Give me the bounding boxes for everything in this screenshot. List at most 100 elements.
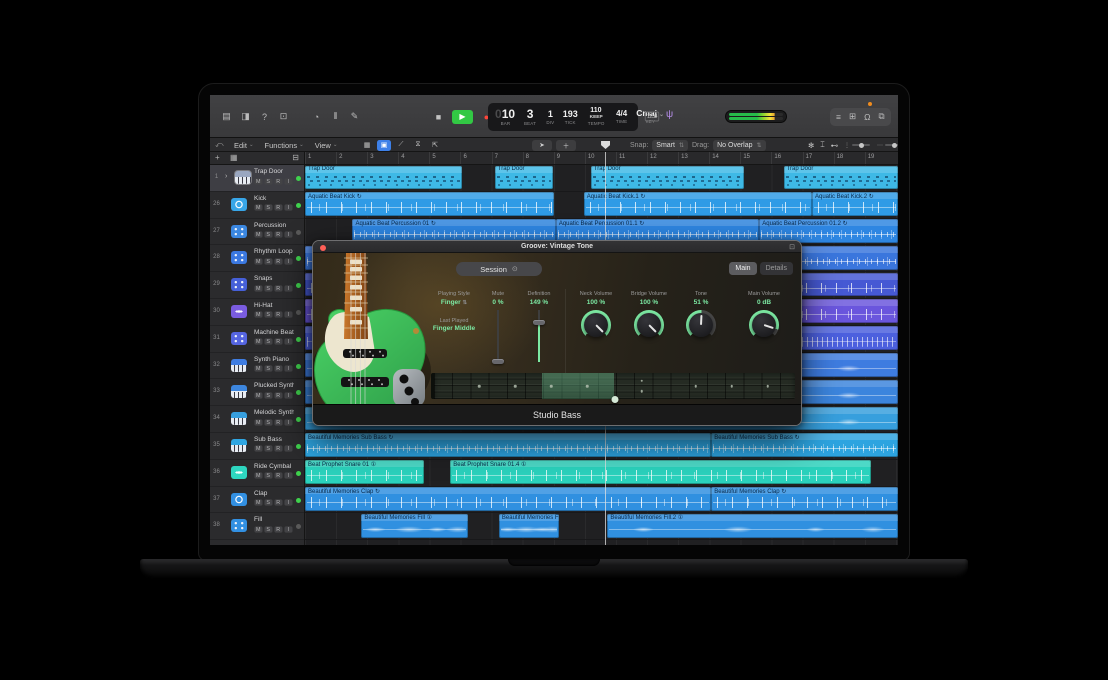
r-button[interactable]: R <box>274 526 282 532</box>
s-button[interactable]: S <box>264 526 272 532</box>
ruler-bar-5[interactable]: 5 <box>429 152 460 164</box>
ruler-bar-4[interactable]: 4 <box>398 152 429 164</box>
s-button[interactable]: S <box>264 392 272 398</box>
r-button[interactable]: R <box>274 419 282 425</box>
i-button[interactable]: I <box>284 285 292 291</box>
lcd-display[interactable]: 010 BAR 3 BEAT 1 DIV 193 TICK 110 KEEP <box>488 103 638 131</box>
mixer-icon[interactable]: ⫴ <box>329 111 342 122</box>
m-button[interactable]: M <box>254 205 262 211</box>
region[interactable]: Beautiful Memories Fill.1 ① <box>499 514 559 538</box>
count-in-button[interactable]: 1234 <box>645 112 659 122</box>
r-button[interactable]: R <box>274 392 282 398</box>
browsers-icon[interactable]: ⧉ <box>878 111 884 122</box>
region-view-icon[interactable]: ▣ <box>377 140 391 151</box>
s-button[interactable]: S <box>264 258 272 264</box>
track-header-machine-beat[interactable]: 31›Machine BeatMSRI <box>210 326 304 353</box>
track-header-kick[interactable]: 26›KickMSRI <box>210 192 304 219</box>
s-button[interactable]: S <box>264 473 272 479</box>
track-header-plucked-synth[interactable]: 33›Plucked SynthMSRI <box>210 379 304 406</box>
i-button[interactable]: I <box>284 312 292 318</box>
ruler-bar-3[interactable]: 3 <box>367 152 398 164</box>
bar-ruler[interactable]: 12345678910111213141516171819 <box>305 152 898 165</box>
s-button[interactable]: S <box>264 365 272 371</box>
region[interactable]: Beautiful Memories Sub Bass ↻ <box>305 433 711 457</box>
region[interactable]: Beautiful Memories Clap ↻ <box>711 487 898 511</box>
ruler-bar-10[interactable]: 10 <box>585 152 616 164</box>
ruler-bar-17[interactable]: 17 <box>803 152 834 164</box>
vertical-zoom-slider[interactable]: ⋮ <box>844 142 870 149</box>
region[interactable]: Beat Prophet Snare 01 ① <box>305 460 424 484</box>
drag-dropdown[interactable]: No Overlap⇅ <box>713 140 765 151</box>
region[interactable]: Beat Prophet Snare 01.4 ① <box>450 460 871 484</box>
edit-menu[interactable]: Edit⌄ <box>234 141 254 150</box>
m-button[interactable]: M <box>254 419 262 425</box>
region[interactable]: Aquatic Beat Kick.1 ↻ <box>584 192 812 216</box>
track-header-clap[interactable]: 37›ClapMSRI <box>210 487 304 514</box>
i-button[interactable]: I <box>284 258 292 264</box>
region[interactable]: Trap Door <box>305 166 462 190</box>
definition-slider[interactable]: Definition 149 % <box>511 291 567 362</box>
ruler-bar-13[interactable]: 13 <box>678 152 709 164</box>
s-button[interactable]: S <box>264 285 272 291</box>
snap-to-grid-icon[interactable]: ✻ <box>808 140 814 151</box>
region[interactable]: Trap Door <box>591 166 744 190</box>
i-button[interactable]: I <box>284 392 292 398</box>
close-icon[interactable] <box>320 245 326 251</box>
r-button[interactable]: R <box>274 499 282 505</box>
s-button[interactable]: S <box>264 178 272 184</box>
s-button[interactable]: S <box>264 312 272 318</box>
region[interactable]: Beautiful Memories Sub Bass ↻ <box>711 433 898 457</box>
quick-help-icon[interactable]: ? <box>258 112 271 122</box>
bridge-volume-knob[interactable]: Bridge Volume100 % <box>621 291 677 340</box>
ruler-bar-7[interactable]: 7 <box>492 152 523 164</box>
region[interactable]: Beautiful Memories Clap ↻ <box>305 487 711 511</box>
plugin-titlebar[interactable]: Groove: Vintage Tone ⊡ <box>313 241 801 253</box>
m-button[interactable]: M <box>254 499 262 505</box>
region[interactable]: Beautiful Memories Fill ① <box>361 514 468 538</box>
track-header-hi-hat[interactable]: 30›Hi-HatMSRI <box>210 299 304 326</box>
ruler-bar-19[interactable]: 19 <box>865 152 896 164</box>
ruler-bar-18[interactable]: 18 <box>834 152 865 164</box>
ruler-bar-1[interactable]: 1 <box>305 152 336 164</box>
add-track-button[interactable]: + <box>215 153 220 162</box>
ruler-bar-8[interactable]: 8 <box>523 152 554 164</box>
i-button[interactable]: I <box>284 499 292 505</box>
r-button[interactable]: R <box>274 205 282 211</box>
main-volume-knob[interactable]: Main Volume0 dB <box>736 291 792 340</box>
snap-dropdown[interactable]: Smart⇅ <box>652 140 688 151</box>
back-icon[interactable]: ⤺ <box>215 138 224 152</box>
s-button[interactable]: S <box>264 419 272 425</box>
region[interactable]: Trap Door <box>784 166 898 190</box>
ruler-bar-12[interactable]: 12 <box>647 152 678 164</box>
stop-button[interactable]: ■ <box>430 110 447 124</box>
note-pads-icon[interactable]: ⊞ <box>849 111 856 122</box>
r-button[interactable]: R <box>274 258 282 264</box>
tab-details[interactable]: Details <box>760 262 793 275</box>
inspector-icon[interactable]: ◨ <box>239 111 252 122</box>
track-header-snaps[interactable]: 29›SnapsMSRI <box>210 272 304 299</box>
i-button[interactable]: I <box>284 178 292 184</box>
tuner-icon[interactable]: ψ <box>666 109 673 120</box>
flex-view-icon[interactable]: ⧖ <box>411 140 425 151</box>
smart-controls-icon[interactable]: ◔ <box>310 112 323 122</box>
r-button[interactable]: R <box>274 339 282 345</box>
i-button[interactable]: I <box>284 473 292 479</box>
track-header-sub-bass[interactable]: 35›Sub BassMSRI <box>210 433 304 460</box>
m-button[interactable]: M <box>254 258 262 264</box>
m-button[interactable]: M <box>254 365 262 371</box>
view-menu[interactable]: View⌄ <box>315 141 338 150</box>
play-button[interactable]: ▶ <box>452 110 473 124</box>
pointer-tool-button[interactable]: ➤ <box>532 140 552 151</box>
ruler-bar-15[interactable]: 15 <box>740 152 771 164</box>
slider-thumb[interactable] <box>492 359 504 364</box>
i-button[interactable]: I <box>284 365 292 371</box>
m-button[interactable]: M <box>254 178 262 184</box>
disclosure-icon[interactable]: › <box>225 173 227 180</box>
i-button[interactable]: I <box>284 526 292 532</box>
ruler-bar-2[interactable]: 2 <box>336 152 367 164</box>
r-button[interactable]: R <box>274 446 282 452</box>
track-header-melodic-synth[interactable]: 34›Melodic SynthMSRI <box>210 406 304 433</box>
track-header-percussion[interactable]: 27›PercussionMSRI <box>210 219 304 246</box>
track-header-fill[interactable]: 38›FillMSRI <box>210 513 304 540</box>
s-button[interactable]: S <box>264 499 272 505</box>
